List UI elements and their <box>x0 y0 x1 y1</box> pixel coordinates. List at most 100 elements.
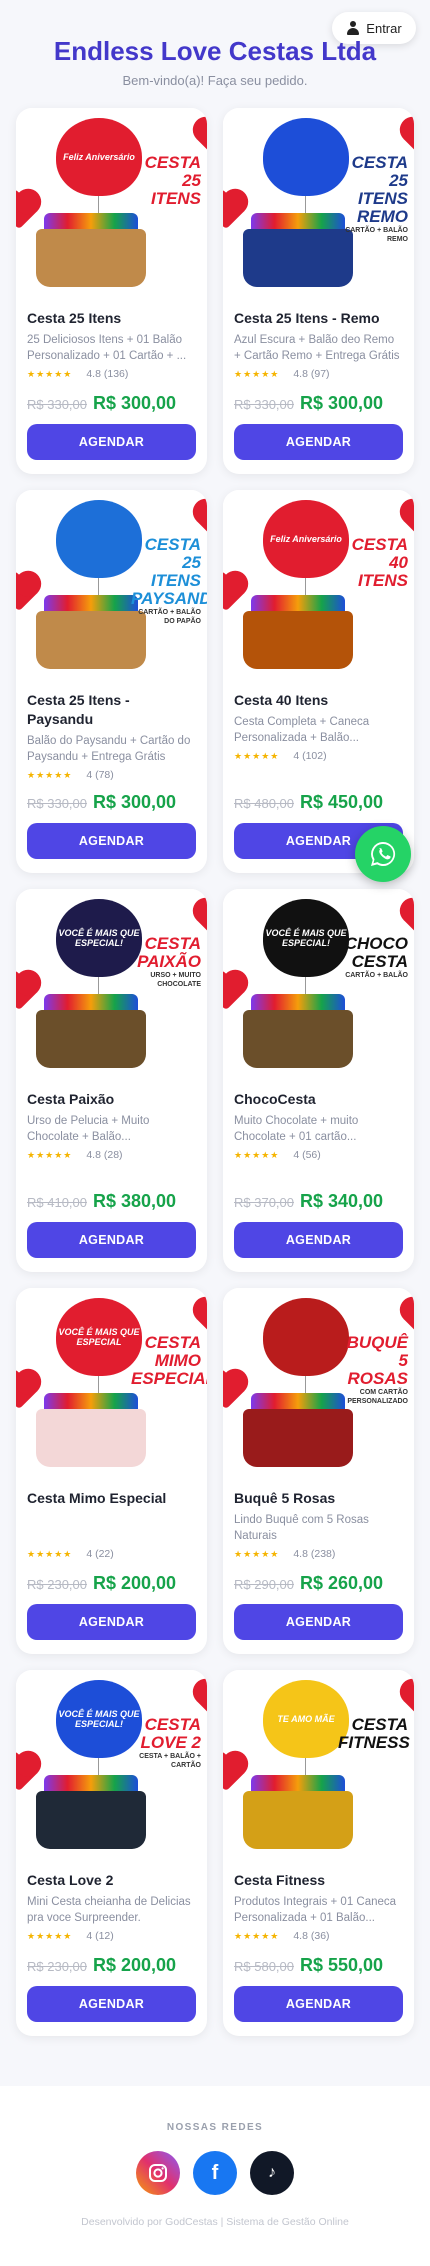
schedule-button[interactable]: AGENDAR <box>27 424 196 460</box>
promo-subtext: URSO + MUITO CHOCOLATE <box>150 972 201 988</box>
product-card[interactable]: CESTA 25 ITENS PAYSANDU CARTÃO + BALÃO D… <box>16 490 207 873</box>
product-body: Cesta Paixão Urso de Pelucia + Muito Cho… <box>16 1080 207 1272</box>
product-description: 25 Deliciosos Itens + 01 Balão Personali… <box>27 334 187 362</box>
schedule-button[interactable]: AGENDAR <box>27 1222 196 1258</box>
promo-label: CESTA LOVE 2 CESTA + BALÃO + CARTÃO <box>131 1716 201 1770</box>
schedule-button[interactable]: AGENDAR <box>234 424 403 460</box>
promo-text: CESTA 25 ITENS <box>144 153 201 208</box>
footer-title: NOSSAS REDES <box>166 2122 264 2133</box>
basket <box>36 1010 146 1068</box>
heart-decoration <box>403 1300 414 1338</box>
current-price: R$ 300,00 <box>93 792 177 812</box>
product-name[interactable]: Buquê 5 Rosas <box>234 1489 403 1508</box>
whatsapp-icon <box>371 841 396 866</box>
user-icon <box>346 21 360 35</box>
product-card[interactable]: VOCÊ É MAIS QUE ESPECIAL! CESTA PAIXÃO U… <box>16 889 207 1272</box>
basket <box>243 1791 353 1849</box>
product-card[interactable]: TE AMO MÃE CESTA FITNESS Cesta Fitness P… <box>223 1670 414 2036</box>
product-name[interactable]: Cesta 25 Itens - Paysandu <box>27 691 196 729</box>
heart-decoration <box>196 120 207 158</box>
heart-decoration <box>403 120 414 158</box>
product-name[interactable]: Cesta Mimo Especial <box>27 1489 196 1508</box>
promo-label: CESTA PAIXÃO URSO + MUITO CHOCOLATE <box>131 935 201 989</box>
product-description: Azul Escura + Balão deo Remo + Cartão Re… <box>234 334 400 362</box>
promo-text: CESTA LOVE 2 <box>140 1715 201 1752</box>
balloon <box>56 500 142 578</box>
social-links: f ♪ <box>0 2151 430 2195</box>
whatsapp-button[interactable] <box>355 826 411 882</box>
schedule-button[interactable]: AGENDAR <box>234 1222 403 1258</box>
product-card[interactable]: Feliz Aniversário CESTA 40 ITENS Cesta 4… <box>223 490 414 873</box>
instagram-button[interactable] <box>136 2151 180 2195</box>
current-price: R$ 300,00 <box>300 393 384 413</box>
promo-text: CESTA 25 ITENS REMO <box>351 153 408 226</box>
tiktok-button[interactable]: ♪ <box>250 2151 294 2195</box>
promo-subtext: CESTA + BALÃO + CARTÃO <box>139 1753 201 1769</box>
rating-value: 4 (12) <box>86 1930 114 1942</box>
promo-label: CESTA 40 ITENS <box>338 536 408 590</box>
product-image[interactable]: TE AMO MÃE CESTA FITNESS <box>223 1670 414 1861</box>
product-image[interactable]: Feliz Aniversário CESTA 25 ITENS <box>16 108 207 299</box>
product-card[interactable]: Feliz Aniversário CESTA 25 ITENS Cesta 2… <box>16 108 207 474</box>
promo-label: CESTA 25 ITENS REMO CARTÃO + BALÃO REMO <box>338 154 408 244</box>
product-name[interactable]: Cesta Paixão <box>27 1090 196 1109</box>
promo-text: CHOCO CESTA <box>344 934 408 971</box>
product-body: Buquê 5 Rosas Lindo Buquê com 5 Rosas Na… <box>223 1479 414 1654</box>
product-name[interactable]: Cesta Fitness <box>234 1871 403 1890</box>
product-body: ChocoCesta Muito Chocolate + muito Choco… <box>223 1080 414 1272</box>
product-body: Cesta 25 Itens - Paysandu Balão do Paysa… <box>16 681 207 873</box>
product-card[interactable]: VOCÊ É MAIS QUE ESPECIAL CESTA MIMO ESPE… <box>16 1288 207 1654</box>
product-image[interactable]: VOCÊ É MAIS QUE ESPECIAL! CESTA PAIXÃO U… <box>16 889 207 1080</box>
product-prices: R$ 230,00 R$ 200,00 <box>27 1955 196 1976</box>
schedule-button[interactable]: AGENDAR <box>234 1604 403 1640</box>
balloon: Feliz Aniversário <box>263 500 349 578</box>
rating-value: 4.8 (238) <box>293 1548 336 1560</box>
basket <box>243 229 353 287</box>
product-image[interactable]: Feliz Aniversário CESTA 40 ITENS <box>223 490 414 681</box>
promo-label: CESTA FITNESS <box>338 1716 410 1752</box>
heart-decoration <box>223 1372 245 1410</box>
product-rating: ★★★★★ 4 (22) <box>27 1548 196 1560</box>
product-description: Cesta Completa + Caneca Personalizada + … <box>234 716 370 744</box>
product-name[interactable]: Cesta 40 Itens <box>234 691 403 710</box>
heart-decoration <box>196 1300 207 1338</box>
product-name[interactable]: Cesta Love 2 <box>27 1871 196 1890</box>
product-card[interactable]: VOCÊ É MAIS QUE ESPECIAL! CESTA LOVE 2 C… <box>16 1670 207 2036</box>
heart-decoration <box>403 901 414 939</box>
schedule-button[interactable]: AGENDAR <box>27 823 196 859</box>
product-rating: ★★★★★ 4.8 (36) <box>234 1930 403 1942</box>
product-card[interactable]: BUQUÊ 5 ROSAS COM CARTÃO PERSONALIZADO B… <box>223 1288 414 1654</box>
old-price: R$ 230,00 <box>27 1959 87 1974</box>
product-card[interactable]: VOCÊ É MAIS QUE ESPECIAL! CHOCO CESTA CA… <box>223 889 414 1272</box>
schedule-button[interactable]: AGENDAR <box>234 1986 403 2022</box>
product-image[interactable]: VOCÊ É MAIS QUE ESPECIAL! CESTA LOVE 2 C… <box>16 1670 207 1861</box>
product-image[interactable]: CESTA 25 ITENS PAYSANDU CARTÃO + BALÃO D… <box>16 490 207 681</box>
promo-label: BUQUÊ 5 ROSAS COM CARTÃO PERSONALIZADO <box>338 1334 408 1406</box>
heart-decoration <box>196 502 207 540</box>
product-card[interactable]: CESTA 25 ITENS REMO CARTÃO + BALÃO REMO … <box>223 108 414 474</box>
product-image[interactable]: BUQUÊ 5 ROSAS COM CARTÃO PERSONALIZADO <box>223 1288 414 1479</box>
promo-text: BUQUÊ 5 ROSAS <box>346 1333 408 1388</box>
product-image[interactable]: CESTA 25 ITENS REMO CARTÃO + BALÃO REMO <box>223 108 414 299</box>
star-icons: ★★★★★ <box>27 769 73 780</box>
schedule-button[interactable]: AGENDAR <box>27 1604 196 1640</box>
balloon: Feliz Aniversário <box>56 118 142 196</box>
old-price: R$ 230,00 <box>27 1577 87 1592</box>
product-rating: ★★★★★ 4.8 (28) <box>27 1149 196 1161</box>
product-name[interactable]: ChocoCesta <box>234 1090 403 1109</box>
promo-subtext: CARTÃO + BALÃO REMO <box>345 227 408 243</box>
rating-value: 4 (102) <box>293 750 327 762</box>
product-image[interactable]: VOCÊ É MAIS QUE ESPECIAL! CHOCO CESTA CA… <box>223 889 414 1080</box>
heart-decoration <box>223 973 245 1011</box>
facebook-button[interactable]: f <box>193 2151 237 2195</box>
current-price: R$ 200,00 <box>93 1955 177 1975</box>
heart-decoration <box>223 574 245 612</box>
product-name[interactable]: Cesta 25 Itens <box>27 309 196 328</box>
product-description: Lindo Buquê com 5 Rosas Naturais <box>234 1514 369 1542</box>
product-name[interactable]: Cesta 25 Itens - Remo <box>234 309 403 328</box>
schedule-button[interactable]: AGENDAR <box>27 1986 196 2022</box>
product-image[interactable]: VOCÊ É MAIS QUE ESPECIAL CESTA MIMO ESPE… <box>16 1288 207 1479</box>
basket <box>243 1409 353 1467</box>
product-body: Cesta Fitness Produtos Integrais + 01 Ca… <box>223 1861 414 2036</box>
promo-text: CESTA 40 ITENS <box>351 535 408 590</box>
